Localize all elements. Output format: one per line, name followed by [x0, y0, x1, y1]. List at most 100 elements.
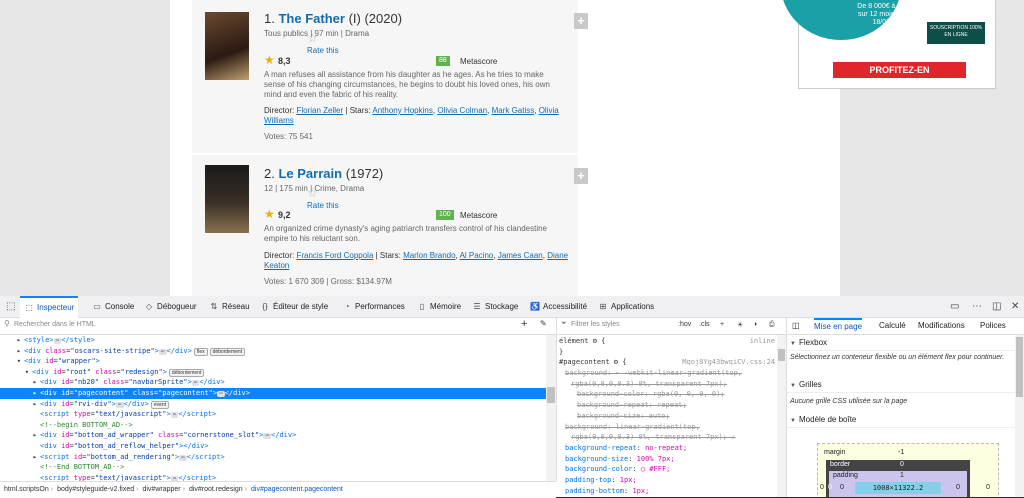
twisty-icon[interactable]: ▸ [0, 452, 40, 463]
advertisement-banner[interactable]: De 8 000€ à 10 000€ sur 12 mois jusqu'au… [781, 0, 996, 89]
element-picker-icon[interactable]: ⬚ [6, 296, 15, 317]
close-icon[interactable]: ✕ [1011, 296, 1019, 317]
movie-poster[interactable] [205, 165, 249, 233]
layout-scrollbar[interactable] [1015, 335, 1024, 497]
dom-node[interactable]: <!--End BOTTOM_AD--> [0, 462, 546, 473]
add-rule-icon[interactable]: + [720, 321, 724, 328]
dom-node[interactable]: ▸ <style> ⋯ </style> [0, 335, 546, 346]
flexbox-section-header[interactable]: ▼ Flexbox [787, 335, 1015, 351]
dom-node[interactable]: <script type="text/javascript"> ⋯ </script… [0, 473, 546, 481]
breadcrumb-item[interactable]: html.scriptsOn [4, 486, 49, 493]
padding-left-value[interactable]: 0 [840, 484, 844, 491]
border-left-value[interactable]: 0 [828, 484, 832, 491]
tab-réseau[interactable]: ⇅ Réseau [205, 296, 254, 317]
markup-scrollbar[interactable] [546, 335, 556, 481]
twisty-icon[interactable]: ▸ [0, 346, 24, 357]
star-link[interactable]: Al Pacino [460, 251, 494, 260]
css-declaration[interactable]: background-color: ◯ #FFF; [559, 464, 775, 475]
twisty-icon[interactable]: ▸ [0, 399, 40, 410]
tab-accessibilité[interactable]: ♿ Accessibilité [526, 296, 591, 317]
add-node-icon[interactable]: + [521, 318, 527, 330]
padding-top-value[interactable]: 1 [900, 472, 904, 479]
dom-node[interactable]: <div id="bottom_ad_reflow_helper"></div> [0, 441, 546, 452]
director-link[interactable]: Francis Ford Coppola [296, 251, 373, 260]
rate-this-button[interactable]: ☆ Rate this [307, 32, 347, 56]
add-to-watchlist-button[interactable]: + [574, 168, 588, 184]
dom-node[interactable]: ▸ <div id="nb20" class="navbarSprite"> ⋯ </… [0, 377, 546, 388]
dom-node[interactable]: ▾ <div id="wrapper"> [0, 356, 546, 367]
dom-node[interactable]: <script type="text/javascript"> ⋯ </script… [0, 409, 546, 420]
border-top-value[interactable]: 0 [900, 461, 904, 468]
dom-node[interactable]: ▸ <div class="oscars-site-stripe"> ⋯ </div>… [0, 346, 546, 357]
twisty-icon[interactable]: ▸ [0, 388, 40, 399]
eyedropper-icon[interactable]: ✎ [540, 319, 547, 328]
tab-stockage[interactable]: ☰ Stockage [468, 296, 522, 317]
css-declaration[interactable]: background: ▸ -webkit-linear-gradient(to… [559, 368, 775, 379]
html-search-input[interactable]: Rechercher dans le HTML [14, 321, 96, 328]
movie-poster[interactable] [205, 12, 249, 80]
css-declaration[interactable]: padding-bottom: 1px; [559, 486, 775, 497]
add-to-watchlist-button[interactable]: + [574, 13, 588, 29]
star-link[interactable]: Marlon Brando [403, 251, 455, 260]
css-declaration[interactable]: background-repeat: repeat; [559, 400, 775, 411]
style-filter-input[interactable]: Filtrer les styles [571, 321, 620, 328]
twisty-icon[interactable]: ▸ [0, 377, 40, 388]
css-declaration[interactable]: background: linear-gradient(top, [559, 422, 775, 433]
css-declaration[interactable]: background-size: 100% 7px; [559, 454, 775, 465]
css-declaration[interactable]: background-color: rgba(0, 0, 0, 0); [559, 389, 775, 400]
sidebar-toggle-icon[interactable]: ◫ [792, 318, 800, 334]
dom-node[interactable]: ▸ <div id="rvi-div"> ⋯ </div> event [0, 399, 546, 410]
hover-toggle[interactable]: :hov [678, 321, 691, 328]
grid-section-header[interactable]: ▼ Grilles [787, 377, 1015, 393]
tab-inspecteur[interactable]: ⬚ Inspecteur [20, 296, 79, 319]
margin-right-value[interactable]: 0 [986, 484, 990, 491]
dom-node[interactable]: ▸ <script id="bottom_ad_rendering"> ⋯ </scr… [0, 452, 546, 463]
css-selector[interactable]: #pagecontent ⚙ {Mqoj8Yg43bwqiCV.css:24 [559, 357, 775, 368]
breadcrumb-item[interactable]: div#root.redesign [189, 486, 243, 493]
movie-title-link[interactable]: Le Parrain [278, 166, 342, 181]
tab-éditeur-de-style[interactable]: {} Éditeur de style [256, 296, 332, 317]
ad-cta-button[interactable]: PROFITEZ-EN [833, 62, 966, 78]
movie-title-link[interactable]: The Father [278, 11, 344, 26]
dom-node[interactable]: ▾ <div id="root" class="redesign"> déborde… [0, 367, 546, 378]
star-link[interactable]: Anthony Hopkins [372, 106, 432, 115]
margin-top-value[interactable]: -1 [898, 449, 904, 456]
star-link[interactable]: James Caan [498, 251, 543, 260]
dark-theme-icon[interactable]: ◑ [753, 321, 757, 328]
css-declaration[interactable]: rgba(0,0,0,0.3) 0%, transparent 7px); [559, 379, 775, 390]
star-link[interactable]: Olivia Colman [437, 106, 487, 115]
director-link[interactable]: Florian Zeller [296, 106, 343, 115]
twisty-icon[interactable]: ▾ [0, 367, 32, 378]
breadcrumb-item[interactable]: div#pagecontent.pagecontent [251, 486, 343, 493]
more-options-icon[interactable]: ⋯ [972, 296, 982, 317]
border-right-value[interactable]: 0 [971, 484, 975, 491]
tab-changes[interactable]: Modifications [918, 318, 965, 334]
css-declaration[interactable]: padding-top: 1px; [559, 475, 775, 486]
padding-right-value[interactable]: 0 [956, 484, 960, 491]
twisty-icon[interactable]: ▾ [0, 356, 24, 367]
dom-node[interactable]: <!--begin BOTTOM_AD--> [0, 420, 546, 431]
breadcrumb-item[interactable]: div#wrapper [142, 486, 180, 493]
tab-fonts[interactable]: Polices [980, 318, 1006, 334]
tab-mémoire[interactable]: ▯ Mémoire [413, 296, 465, 317]
rules-scrollbar[interactable] [777, 335, 786, 497]
tab-applications[interactable]: ⊞ Applications [594, 296, 658, 317]
margin-left-value[interactable]: 0 [820, 484, 824, 491]
tab-console[interactable]: ▭ Console [88, 296, 138, 317]
dom-node-selected[interactable]: ▸ <div id="pagecontent" class="pageconten… [0, 387, 546, 399]
breadcrumb-item[interactable]: body#styleguide-v2.fixed [57, 486, 134, 493]
css-selector[interactable]: élément ⚙ {inline [559, 336, 775, 347]
light-theme-icon[interactable]: ☀ [737, 321, 743, 329]
responsive-mode-icon[interactable]: ▭ [950, 296, 959, 317]
tab-performances[interactable]: ◔ Performances [338, 296, 409, 317]
star-link[interactable]: Mark Gatiss [492, 106, 535, 115]
class-toggle[interactable]: .cls [699, 321, 710, 328]
dock-icon[interactable]: ◫ [992, 296, 1001, 317]
dom-node[interactable]: ▸ <div id="bottom_ad_wrapper" class="corn… [0, 430, 546, 441]
twisty-icon[interactable]: ▸ [0, 430, 40, 441]
tab-layout[interactable]: Mise en page [814, 318, 863, 336]
twisty-icon[interactable]: ▸ [0, 335, 24, 346]
print-icon[interactable]: ⎙ [769, 321, 775, 329]
css-declaration[interactable]: background-repeat: no-repeat; [559, 443, 775, 454]
css-selector[interactable]: } [559, 347, 775, 358]
